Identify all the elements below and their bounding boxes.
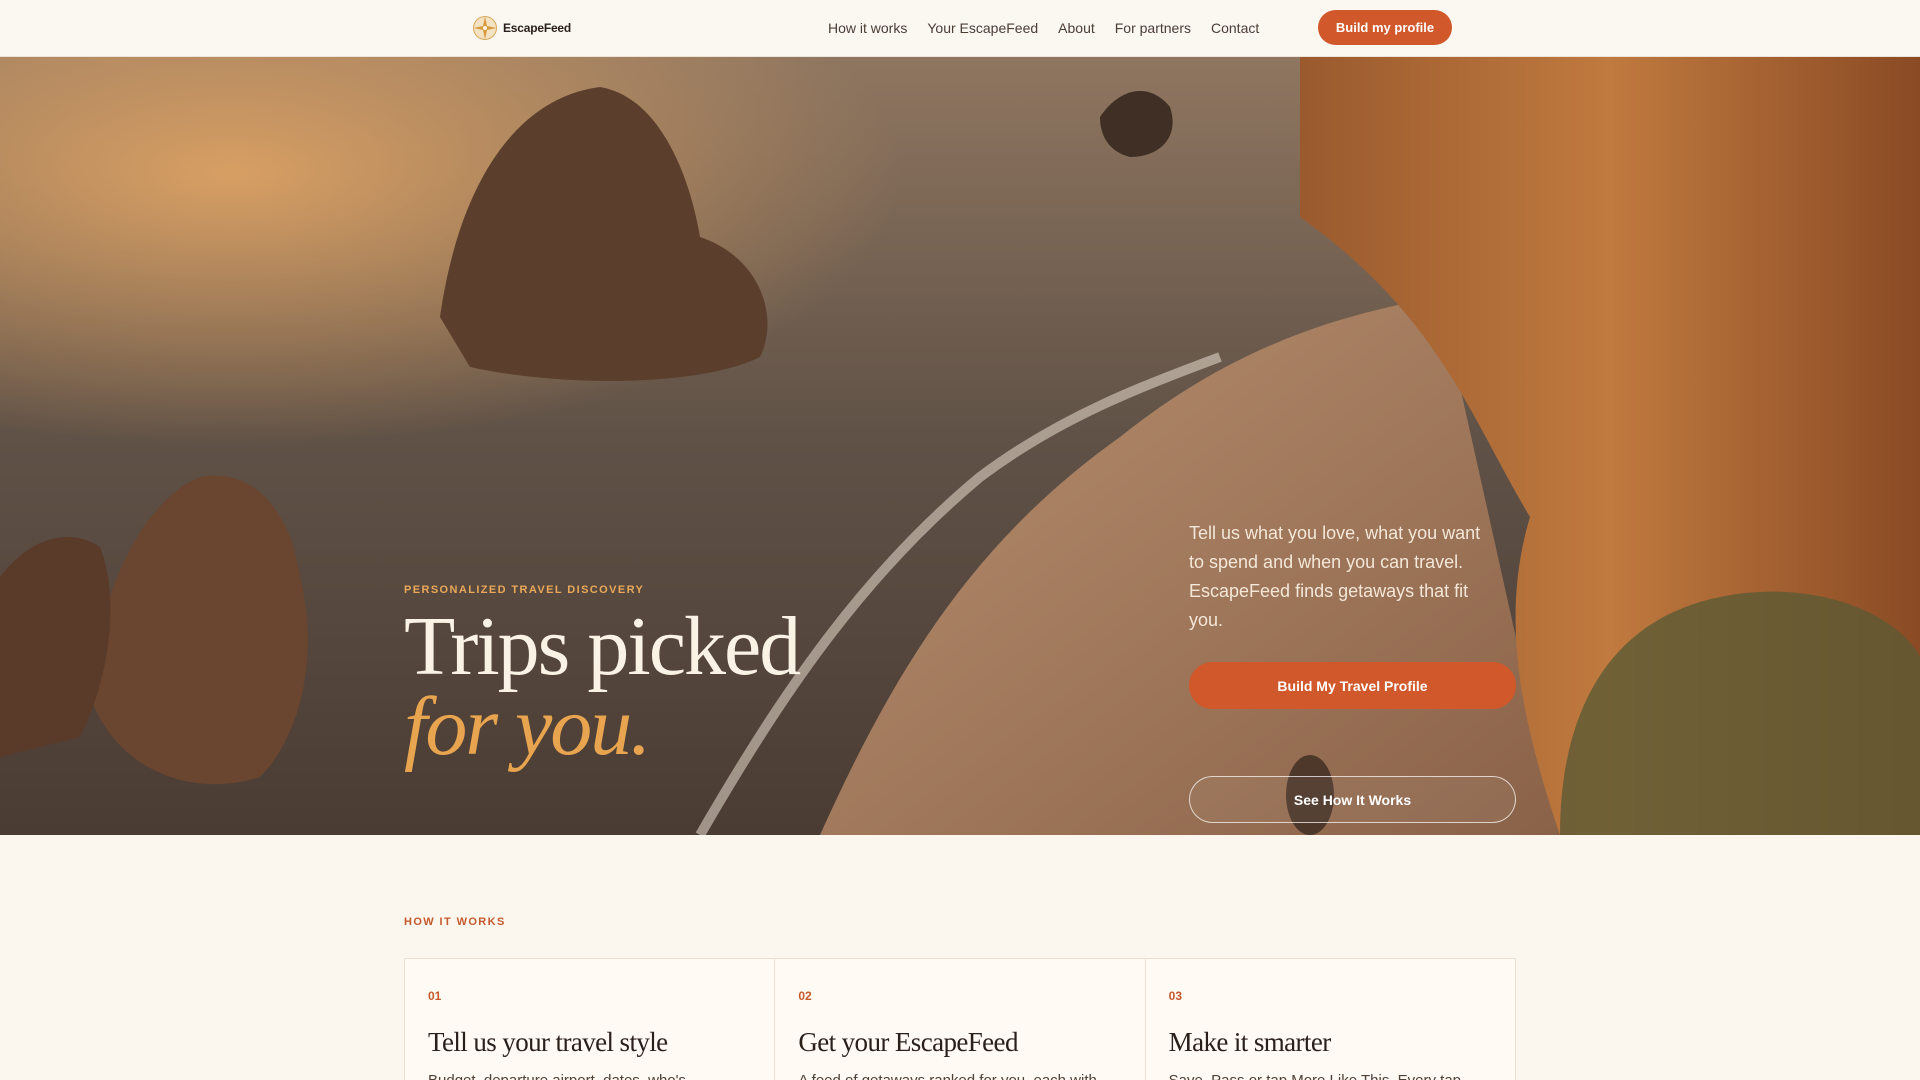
main-nav: How it works Your EscapeFeed About For p… — [828, 17, 1279, 39]
step-number: 01 — [428, 989, 442, 1003]
hero-description: Tell us what you love, what you want to … — [1189, 523, 1481, 630]
build-travel-profile-button[interactable]: Build My Travel Profile — [1189, 662, 1516, 709]
brand-logo-link[interactable]: EscapeFeed — [472, 15, 571, 41]
step-number: 02 — [798, 989, 812, 1003]
how-it-works-steps: 01 Tell us your travel style Budget, dep… — [404, 958, 1516, 1080]
nav-link-how-it-works[interactable]: How it works — [828, 20, 907, 36]
hero-title: Trips picked for you. — [404, 605, 884, 769]
step-card: 03 Make it smarter Save, Pass or tap Mor… — [1146, 959, 1515, 1080]
hero-section: PERSONALIZED TRAVEL DISCOVERY Trips pick… — [0, 57, 1920, 835]
nav-link-about[interactable]: About — [1058, 20, 1095, 36]
step-description: Budget, departure airport, dates, who's — [428, 1070, 751, 1080]
step-card: 02 Get your EscapeFeed A feed of getaway… — [775, 959, 1146, 1080]
how-it-works-heading: HOW IT WORKS — [404, 916, 506, 928]
step-title: Get your EscapeFeed — [798, 1027, 1018, 1057]
site-header: EscapeFeed How it works Your EscapeFeed … — [0, 0, 1920, 57]
nav-link-your-escapefeed[interactable]: Your EscapeFeed — [927, 20, 1038, 36]
hero-eyebrow: PERSONALIZED TRAVEL DISCOVERY — [404, 584, 645, 596]
compass-logo-icon — [473, 16, 497, 40]
step-description: Save, Pass or tap More Like This. Every … — [1169, 1070, 1492, 1080]
nav-link-for-partners[interactable]: For partners — [1115, 20, 1191, 36]
brand-name: EscapeFeed — [503, 21, 572, 35]
build-my-profile-button[interactable]: Build my profile — [1318, 10, 1452, 45]
step-title: Tell us your travel style — [428, 1027, 668, 1057]
step-description: A feed of getaways ranked for you, each … — [798, 1070, 1121, 1080]
step-title: Make it smarter — [1168, 1027, 1332, 1057]
step-number: 03 — [1168, 989, 1183, 1003]
hero-title-accent: for you. — [404, 680, 651, 773]
hero-background-image — [0, 57, 1920, 835]
see-how-it-works-button[interactable]: See How It Works — [1189, 776, 1516, 823]
nav-link-contact[interactable]: Contact — [1211, 20, 1259, 36]
step-card: 01 Tell us your travel style Budget, dep… — [405, 959, 776, 1080]
